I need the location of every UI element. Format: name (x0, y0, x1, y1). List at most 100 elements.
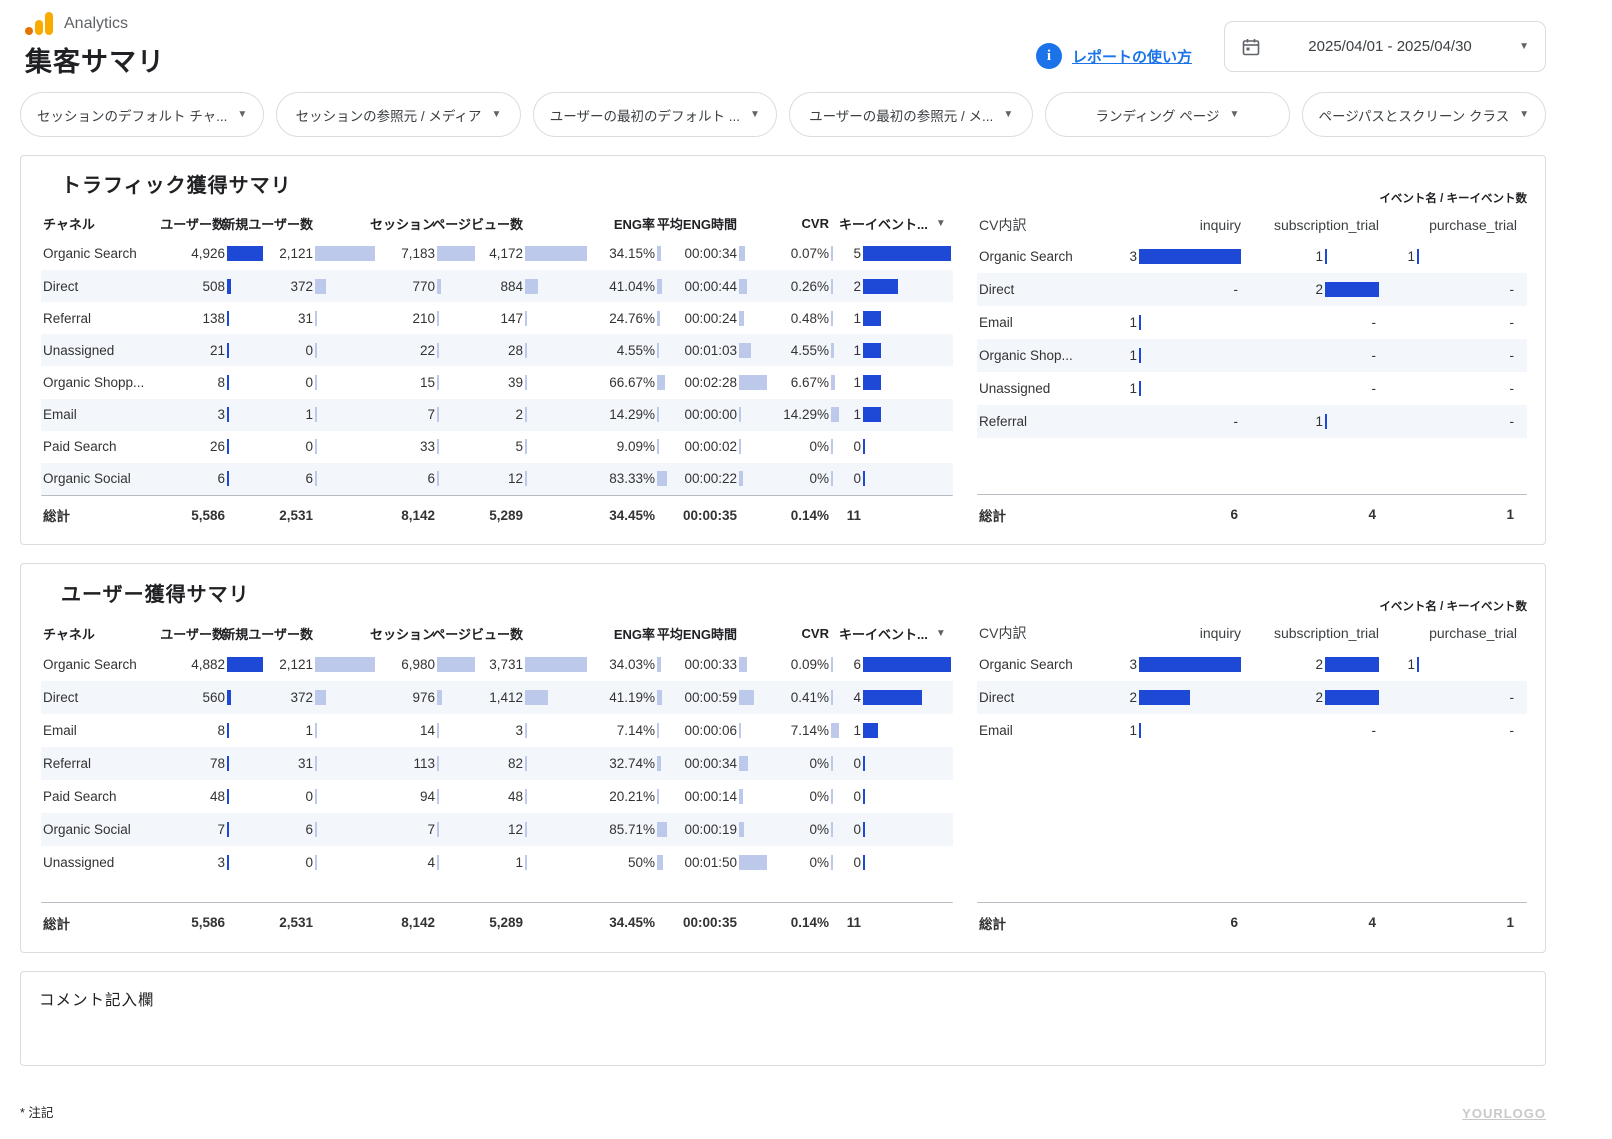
info-icon[interactable]: i (1036, 43, 1062, 69)
data-bar-zone (657, 407, 667, 422)
table-row[interactable]: Email811437.14%00:00:067.14%1 (41, 714, 953, 747)
table-row[interactable]: Email1-- (977, 306, 1527, 339)
data-bar (657, 822, 667, 837)
table-row[interactable]: Unassigned1-- (977, 372, 1527, 405)
column-header[interactable]: キーイベント...▼ (839, 209, 951, 238)
table-row[interactable]: Direct-2- (977, 273, 1527, 306)
cell-value: 0 (839, 471, 861, 486)
chevron-down-icon[interactable]: ▼ (936, 628, 946, 639)
data-bar (863, 246, 951, 261)
table-row[interactable]: Paid Search480944820.21%00:00:140%0 (41, 780, 953, 813)
filter-chip-first-user-default-channel[interactable]: ユーザーの最初のデフォルト ... ▼ (533, 92, 777, 137)
table-row[interactable]: Organic Search4,9262,1217,1834,17234.15%… (41, 238, 953, 270)
table-row[interactable]: Email1-- (977, 714, 1527, 747)
data-bar-zone (739, 626, 767, 641)
data-bar-zone (831, 626, 839, 641)
metric-cell: 15 (375, 366, 475, 398)
filter-chip-landing-page[interactable]: ランディング ページ ▼ (1045, 92, 1289, 137)
table-row[interactable]: Unassigned21022284.55%00:01:034.55%1 (41, 334, 953, 366)
table-row[interactable]: Organic Search4,8822,1216,9803,73134.03%… (41, 648, 953, 681)
date-range-picker[interactable]: 2025/04/01 - 2025/04/30 ▼ (1224, 21, 1546, 72)
filter-chip-session-default-channel[interactable]: セッションのデフォルト チャ... ▼ (20, 92, 264, 137)
data-bar-zone (739, 279, 767, 294)
metric-cell: 1 (475, 846, 587, 879)
cell-value: 82 (475, 756, 523, 771)
data-bar (657, 855, 663, 870)
metric-cell: 00:00:24 (667, 302, 767, 334)
table-row[interactable]: Direct22- (977, 681, 1527, 714)
table-row[interactable]: Organic Shopp...80153966.67%00:02:286.67… (41, 366, 953, 398)
cell-value: 5,289 (475, 508, 523, 523)
data-bar-zone (227, 915, 263, 930)
cell-value: 00:02:28 (667, 375, 737, 390)
cell-value: 2,531 (263, 508, 313, 523)
table-row[interactable]: Unassigned304150%00:01:500%0 (41, 846, 953, 879)
table-row[interactable]: Referral1383121014724.76%00:00:240.48%1 (41, 302, 953, 334)
help-link[interactable]: レポートの使い方 (1072, 46, 1192, 67)
cell-value: 6 (839, 657, 861, 672)
data-bar (525, 471, 527, 486)
metric-cell: 7.14% (587, 714, 667, 747)
data-bar-zone (739, 246, 767, 261)
report-help[interactable]: i レポートの使い方 (1036, 43, 1192, 69)
table-row[interactable]: Paid Search2603359.09%00:00:020%0 (41, 431, 953, 463)
table-row[interactable]: Referral78311138232.74%00:00:340%0 (41, 747, 953, 780)
cell-value: 2,121 (263, 657, 313, 672)
data-bar-zone (831, 343, 839, 358)
metrics-total-row: 総計5,5862,5318,1425,28934.45%00:00:350.14… (41, 902, 953, 942)
data-bar (525, 822, 527, 837)
cell-value: 1 (1379, 507, 1514, 522)
cell-value: 2,121 (263, 246, 313, 261)
metric-cell: 1 (1105, 714, 1241, 747)
cell-value: 31 (263, 756, 313, 771)
metric-cell: 2 (839, 270, 951, 302)
data-bar-zone (739, 216, 767, 231)
metric-cell: 1 (1379, 240, 1517, 273)
cell-value: 85.71% (587, 822, 655, 837)
chevron-down-icon[interactable]: ▼ (936, 218, 946, 229)
data-bar-zone (437, 789, 475, 804)
metric-cell: 66.67% (587, 366, 667, 398)
column-header[interactable]: キーイベント...▼ (839, 618, 951, 648)
table-row[interactable]: Direct5603729761,41241.19%00:00:590.41%4 (41, 681, 953, 714)
metric-cell: 372 (263, 681, 375, 714)
cell-value: 00:00:00 (667, 407, 737, 422)
metric-cell: 1 (839, 714, 951, 747)
table-row[interactable]: Organic Social6661283.33%00:00:220%0 (41, 463, 953, 495)
data-bar-zone (657, 375, 667, 390)
data-bar (1139, 657, 1241, 672)
data-bar-zone (315, 822, 375, 837)
filter-chip-session-source-medium[interactable]: セッションの参照元 / メディア ▼ (276, 92, 520, 137)
filter-chip-first-user-source-medium[interactable]: ユーザーの最初の参照元 / メ... ▼ (789, 92, 1033, 137)
cv-total-row: 総計641 (977, 902, 1527, 942)
metric-cell: 34.03% (587, 648, 667, 681)
cell-value: 0.41% (767, 690, 829, 705)
data-bar-zone (739, 439, 767, 454)
filter-chip-page-path-screen-class[interactable]: ページパスとスクリーン クラス ▼ (1302, 92, 1546, 137)
table-row[interactable]: Referral-1- (977, 405, 1527, 438)
data-bar-zone (657, 756, 667, 771)
cell-value: - (1379, 414, 1514, 429)
metric-cell: 5 (475, 431, 587, 463)
metric-cell: 8,142 (375, 903, 475, 942)
data-bar (315, 471, 317, 486)
cell-value: 1 (263, 407, 313, 422)
table-row[interactable]: Direct50837277088441.04%00:00:440.26%2 (41, 270, 953, 302)
table-row[interactable]: Organic Search321 (977, 648, 1527, 681)
table-row[interactable]: Organic Shop...1-- (977, 339, 1527, 372)
data-bar-zone (863, 855, 951, 870)
channel-cell: Paid Search (41, 780, 169, 813)
column-header: チャネル (41, 209, 169, 238)
metric-cell: 0 (839, 747, 951, 780)
data-bar-zone (831, 915, 839, 930)
table-row[interactable]: Organic Social7671285.71%00:00:190%0 (41, 813, 953, 846)
data-bar (227, 407, 229, 422)
cell-value: 372 (263, 690, 313, 705)
data-bar (739, 855, 767, 870)
table-row[interactable]: Organic Search311 (977, 240, 1527, 273)
table-row[interactable]: Email317214.29%00:00:0014.29%1 (41, 399, 953, 431)
cell-value: 0 (263, 343, 313, 358)
column-header: 新規ユーザー数 (263, 209, 375, 238)
metric-cell: 7 (375, 399, 475, 431)
metric-cell: 0 (839, 780, 951, 813)
